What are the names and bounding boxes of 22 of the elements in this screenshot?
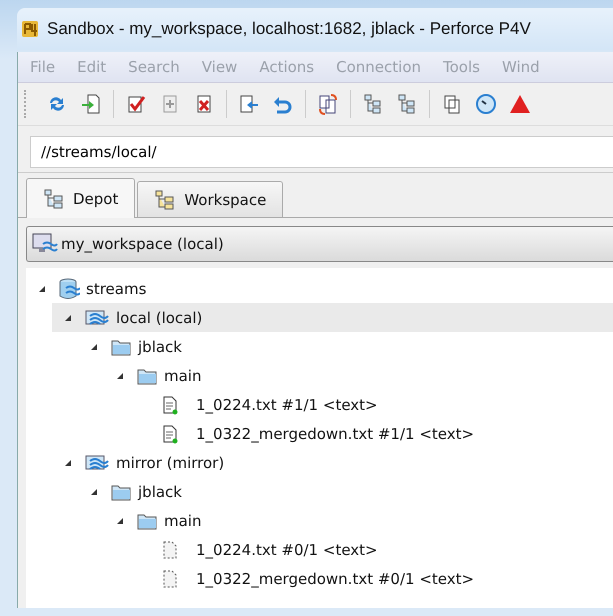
tree-item[interactable]: jblack xyxy=(110,336,182,356)
tree-item[interactable]: jblack xyxy=(110,482,182,502)
tree-item[interactable]: mirror (mirror) xyxy=(84,452,224,472)
path-field[interactable]: //streams/local/ xyxy=(30,136,613,168)
tree-icon xyxy=(43,188,65,208)
tree-icon xyxy=(154,190,176,210)
tree-item[interactable]: 1_0322_mergedown.txt #1/1 <text> xyxy=(162,424,474,444)
tree-item[interactable]: main xyxy=(136,510,202,530)
tree-item[interactable]: 1_0224.txt #1/1 <text> xyxy=(162,394,378,414)
tree-item[interactable]: streams xyxy=(58,276,146,300)
app-logo-icon xyxy=(21,20,39,38)
stream-icon xyxy=(84,452,110,472)
window-title: Sandbox - my_workspace, localhost:1682, jblack - Perforce P4V xyxy=(47,19,531,39)
tree-item[interactable]: 1_0224.txt #0/1 <text> xyxy=(162,540,378,560)
tree-item[interactable]: local (local) xyxy=(84,308,202,328)
tab[interactable]: Workspace xyxy=(137,181,284,217)
database-icon xyxy=(58,276,80,300)
workspace-selector[interactable]: my_workspace (local) xyxy=(26,226,613,262)
stream-icon xyxy=(84,308,110,328)
tree-item[interactable]: 1_0322_mergedown.txt #0/1 <text> xyxy=(162,568,474,588)
tab[interactable]: Depot xyxy=(26,178,136,218)
tree-item[interactable]: main xyxy=(136,366,202,386)
